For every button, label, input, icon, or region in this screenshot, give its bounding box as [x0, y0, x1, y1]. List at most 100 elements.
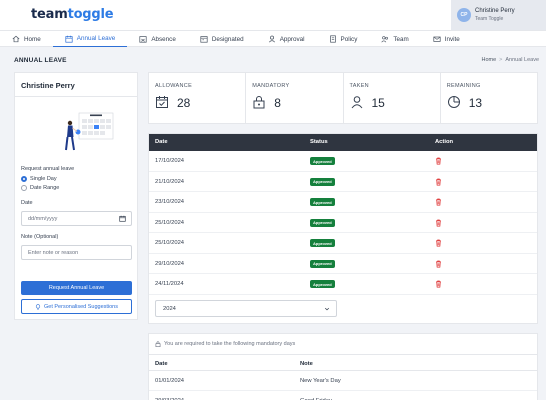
column-header-date: Date — [155, 361, 168, 367]
note-label: Note (Optional) — [21, 234, 59, 240]
trash-icon[interactable] — [435, 178, 442, 186]
button-label: Get Personalised Suggestions — [44, 303, 118, 310]
note-field[interactable]: Enter note or reason — [21, 245, 132, 260]
table-row: 24/11/2024 Approved — [149, 274, 537, 295]
page-title: ANNUAL LEAVE — [14, 57, 67, 64]
top-bar: teamtoggle CP Christine Perry Team Toggl… — [0, 0, 546, 30]
nav-item-annual-leave[interactable]: Annual Leave — [52, 31, 128, 47]
stat-mandatory: MANDATORY 8 — [246, 73, 344, 123]
radio-date-range[interactable]: Date Range — [21, 185, 59, 191]
status-badge: Approved — [310, 259, 335, 268]
nav-label: Annual Leave — [76, 35, 116, 42]
brand-name-part2: toggle — [67, 7, 114, 22]
breadcrumb-home[interactable]: Home — [481, 57, 496, 63]
note-placeholder: Enter note or reason — [28, 250, 79, 256]
year-select-value: 2024 — [163, 306, 176, 312]
suggestions-button[interactable]: Get Personalised Suggestions — [21, 299, 132, 314]
nav-label: Team — [393, 35, 409, 43]
nav-label: Designated — [211, 35, 244, 43]
stat-label: ALLOWANCE — [155, 83, 193, 89]
mandatory-date: 01/01/2024 — [155, 378, 185, 384]
breadcrumb: Home > Annual Leave — [481, 57, 539, 63]
nav-item-designated[interactable]: Designated — [188, 31, 256, 47]
nav-item-invite[interactable]: Invite — [421, 31, 472, 47]
calendar-check-icon — [156, 96, 168, 108]
status-badge: Approved — [310, 157, 335, 165]
year-select[interactable]: 2024 — [155, 300, 337, 317]
calendar-illustration — [65, 112, 114, 151]
trash-icon[interactable] — [435, 239, 442, 247]
leave-date: 23/10/2024 — [155, 199, 185, 205]
radio-label: Single Day — [30, 176, 57, 182]
table-row: 29/03/2024Good Friday — [149, 391, 537, 400]
table-row: 23/10/2024 Approved — [149, 192, 537, 213]
breadcrumb-separator: > — [499, 57, 503, 63]
table-row: 17/10/2024 Approved — [149, 151, 537, 172]
stat-label: TAKEN — [349, 83, 369, 89]
date-field[interactable]: dd/mm/yyyy — [21, 211, 132, 226]
stat-value: 13 — [468, 96, 483, 110]
employee-name: Christine Perry — [21, 81, 75, 90]
leave-date: 25/10/2024 — [155, 240, 185, 246]
status-badge: Approved — [310, 198, 335, 206]
stat-value: 8 — [274, 96, 281, 110]
trash-icon[interactable] — [435, 280, 442, 288]
leave-date: 21/10/2024 — [155, 178, 185, 185]
nav-label: Policy — [340, 35, 358, 43]
trash-icon[interactable] — [435, 219, 442, 227]
table-row: 29/10/2024 Approved — [149, 254, 537, 274]
stat-remaining: REMAINING 13 — [441, 73, 537, 123]
mandatory-note: You are required to take the following m… — [155, 341, 295, 347]
nav-label: Home — [24, 35, 41, 43]
person-icon — [351, 96, 362, 109]
nav-item-absence[interactable]: Absence — [127, 31, 188, 47]
main-nav: Home Annual Leave Absence Designated App… — [0, 30, 546, 47]
stat-value: 15 — [371, 96, 385, 110]
leave-table-card: Date Status Action 17/10/2024 Approved 21/… — [148, 133, 538, 324]
column-header-status: Status — [310, 139, 328, 145]
approval-icon — [268, 35, 275, 43]
nav-label: Approval — [279, 35, 305, 43]
brand-logo[interactable]: teamtoggle — [31, 7, 114, 22]
nav-item-home[interactable]: Home — [0, 31, 53, 47]
table-row: 21/10/2024 Approved — [149, 172, 537, 192]
nav-item-team[interactable]: Team — [369, 31, 420, 47]
column-header-note: Note — [300, 361, 313, 367]
table-row: 25/10/2024 Approved — [149, 213, 537, 233]
user-name: Christine Perry — [475, 8, 515, 14]
status-badge: Approved — [310, 280, 335, 288]
calendar-picker-icon[interactable] — [119, 215, 126, 222]
designated-icon — [200, 36, 208, 43]
chevron-down-icon — [324, 307, 330, 311]
trash-icon[interactable] — [435, 260, 442, 268]
policy-icon — [329, 35, 336, 43]
trash-icon[interactable] — [435, 198, 442, 206]
date-label: Date — [21, 200, 33, 206]
brand-name-part1: team — [31, 7, 68, 22]
trash-icon[interactable] — [435, 157, 442, 165]
stat-taken: TAKEN 15 — [344, 73, 441, 123]
status-badge: Approved — [310, 218, 335, 227]
stat-label: REMAINING — [446, 83, 481, 89]
absence-icon — [139, 36, 147, 43]
request-leave-button[interactable]: Request Annual Leave — [21, 281, 132, 295]
user-menu[interactable]: CP Christine Perry Team Toggle — [451, 0, 546, 30]
radio-single-day[interactable]: Single Day — [21, 176, 57, 182]
mandatory-note-cell: New Year's Day — [300, 378, 341, 384]
column-header-action: Action — [435, 139, 454, 145]
stat-label: MANDATORY — [252, 83, 290, 89]
radio-label: Date Range — [30, 185, 60, 191]
nav-item-approval[interactable]: Approval — [256, 31, 317, 47]
column-header-date: Date — [155, 139, 168, 145]
status-badge: Approved — [310, 239, 335, 247]
team-icon — [381, 36, 389, 43]
nav-item-policy[interactable]: Policy — [317, 31, 370, 47]
user-organisation: Team Toggle — [475, 16, 504, 22]
bulb-icon — [35, 303, 41, 309]
leave-date: 29/10/2024 — [155, 260, 185, 267]
stat-allowance: ALLOWANCE 28 — [149, 73, 247, 123]
home-icon — [12, 35, 20, 43]
radio-selected-indicator — [21, 176, 27, 182]
leave-date: 25/10/2024 — [155, 219, 185, 226]
leave-stats: ALLOWANCE 28 MANDATORY 8 TAKEN 15 REMAIN… — [148, 72, 538, 124]
